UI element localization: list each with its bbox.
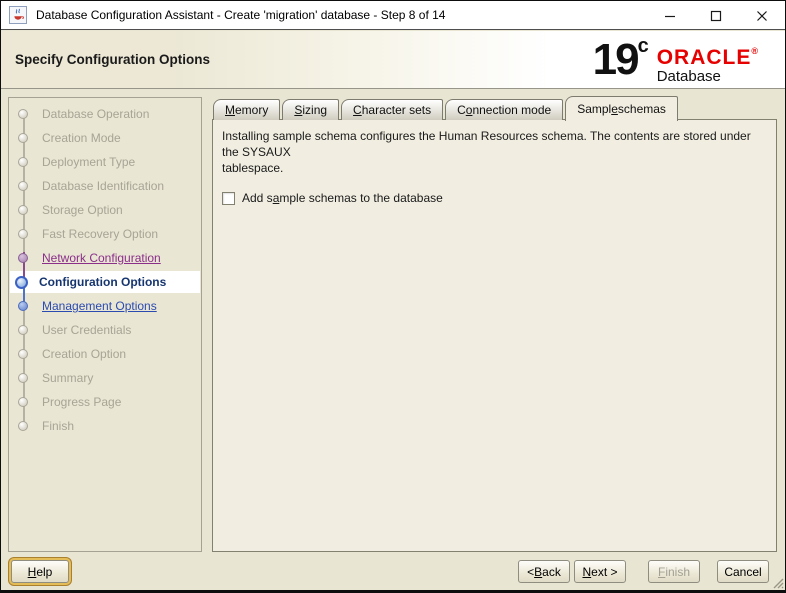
close-icon[interactable]: [739, 1, 785, 30]
step-network-configuration[interactable]: Network Configuration: [9, 246, 201, 270]
window-controls: [647, 1, 785, 30]
step-progress-page: Progress Page: [9, 390, 201, 414]
step-node-icon: [18, 301, 28, 311]
page-title: Specify Configuration Options: [15, 52, 210, 67]
oracle-19c-logo: 19c ORACLE® Database: [593, 34, 759, 86]
tab-connection-mode[interactable]: Connection mode: [445, 99, 563, 120]
step-node-icon: [18, 133, 28, 143]
add-sample-schemas-label: Add sample schemas to the database: [242, 191, 443, 205]
tab-memory[interactable]: Memory: [213, 99, 280, 120]
tab-sizing[interactable]: Sizing: [282, 99, 339, 120]
logo-brand: ORACLE: [657, 46, 752, 69]
step-summary: Summary: [9, 366, 201, 390]
wizard-header: Specify Configuration Options 19c ORACLE…: [1, 31, 785, 89]
step-node-icon: [18, 109, 28, 119]
resize-grip[interactable]: [770, 575, 784, 589]
sample-schemas-panel: Installing sample schema configures the …: [212, 119, 777, 552]
step-configuration-options: Configuration Options: [9, 270, 201, 294]
step-database-operation: Database Operation: [9, 102, 201, 126]
add-sample-schemas-checkbox[interactable]: [222, 192, 235, 205]
dbca-wizard-window: Database Configuration Assistant - Creat…: [0, 0, 786, 593]
step-list: Database Operation Creation Mode Deploym…: [9, 102, 201, 438]
step-node-icon: [18, 229, 28, 239]
step-node-icon: [18, 421, 28, 431]
java-coffee-cup-icon: [9, 6, 27, 24]
step-finish: Finish: [9, 414, 201, 438]
step-fast-recovery-option: Fast Recovery Option: [9, 222, 201, 246]
step-node-icon: [15, 276, 28, 289]
step-user-credentials: User Credentials: [9, 318, 201, 342]
description-line-1: Installing sample schema configures the …: [222, 128, 767, 160]
tab-character-sets[interactable]: Character sets: [341, 99, 443, 120]
footer-bar: Help < Back Next > Finish Cancel: [1, 553, 785, 590]
step-node-icon: [18, 397, 28, 407]
step-management-options[interactable]: Management Options: [9, 294, 201, 318]
main-area: Database Operation Creation Mode Deploym…: [1, 90, 785, 553]
step-node-icon: [18, 181, 28, 191]
next-button[interactable]: Next >: [574, 560, 626, 583]
minimize-icon[interactable]: [647, 1, 693, 30]
add-sample-schemas-row[interactable]: Add sample schemas to the database: [222, 191, 767, 205]
step-node-icon: [18, 157, 28, 167]
finish-button: Finish: [648, 560, 700, 583]
cancel-button[interactable]: Cancel: [717, 560, 769, 583]
step-database-identification: Database Identification: [9, 174, 201, 198]
description-line-2: tablespace.: [222, 160, 767, 176]
back-button[interactable]: < Back: [518, 560, 570, 583]
config-tab-bar: Memory Sizing Character sets Connection …: [213, 95, 680, 120]
title-bar[interactable]: Database Configuration Assistant - Creat…: [1, 1, 785, 30]
step-storage-option: Storage Option: [9, 198, 201, 222]
step-creation-mode: Creation Mode: [9, 126, 201, 150]
step-node-icon: [18, 253, 28, 263]
registered-mark: ®: [751, 46, 759, 56]
help-button[interactable]: Help: [11, 560, 69, 583]
step-node-icon: [18, 349, 28, 359]
tab-sample-schemas[interactable]: Sample schemas: [565, 96, 678, 121]
logo-superscript: c: [638, 35, 649, 57]
logo-version: 19: [593, 35, 638, 84]
step-node-icon: [18, 373, 28, 383]
step-creation-option: Creation Option: [9, 342, 201, 366]
wizard-steps-sidebar: Database Operation Creation Mode Deploym…: [8, 97, 202, 552]
step-deployment-type: Deployment Type: [9, 150, 201, 174]
maximize-icon[interactable]: [693, 1, 739, 30]
logo-product: Database: [657, 69, 759, 85]
step-node-icon: [18, 205, 28, 215]
step-node-icon: [18, 325, 28, 335]
window-title: Database Configuration Assistant - Creat…: [36, 8, 445, 22]
